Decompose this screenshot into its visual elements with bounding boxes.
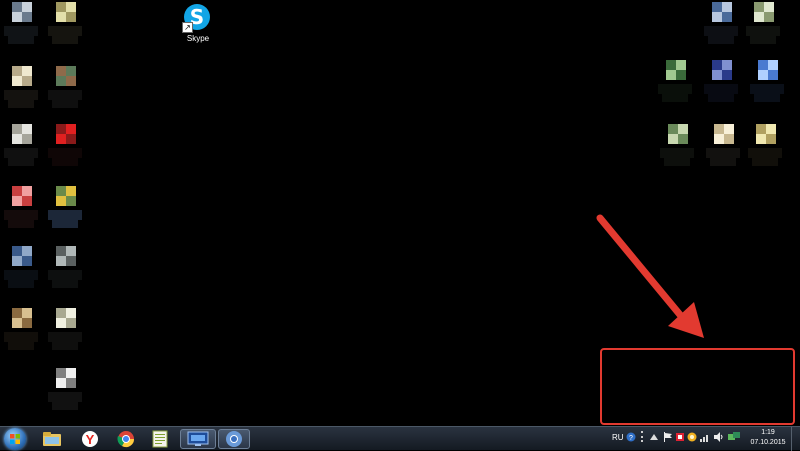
clock-date: 07.10.2015	[750, 439, 786, 446]
show-hidden-icons-icon[interactable]	[650, 433, 658, 443]
yandex-browser-icon[interactable]: Y	[76, 429, 104, 449]
annotation-arrow-icon	[596, 214, 704, 338]
updater-icon[interactable]	[687, 432, 697, 444]
language-indicator[interactable]: RU	[612, 433, 624, 442]
desktop-shortcut-icon[interactable]	[48, 186, 82, 230]
notepad-icon[interactable]	[146, 429, 174, 449]
explorer-icon[interactable]	[38, 429, 66, 449]
network-icon[interactable]	[700, 432, 710, 444]
pen-icon[interactable]	[639, 431, 645, 445]
security-icon[interactable]	[675, 432, 685, 444]
chrome-icon[interactable]	[112, 429, 140, 449]
volume-icon[interactable]	[714, 432, 724, 444]
desktop-shortcut-icon[interactable]	[48, 368, 82, 412]
desktop-shortcut-icon[interactable]	[48, 308, 82, 352]
action-center-flag-icon[interactable]	[663, 432, 673, 444]
desktop-shortcut-icon[interactable]	[704, 60, 738, 104]
help-icon[interactable]: ?	[626, 432, 636, 444]
desktop-shortcut-icon[interactable]	[48, 124, 82, 168]
system-clock[interactable]: 1:19 07.10.2015	[748, 428, 788, 448]
remote-desktop-icon[interactable]	[180, 429, 216, 449]
desktop-shortcut-icon[interactable]	[4, 2, 38, 46]
skype-shortcut[interactable]: S ↗ Skype	[178, 4, 218, 48]
svg-text:?: ?	[629, 435, 633, 442]
desktop-shortcut-icon[interactable]	[706, 124, 740, 168]
desktop-shortcut-icon[interactable]	[48, 66, 82, 110]
desktop-shortcut-icon[interactable]	[660, 124, 694, 168]
skype-shortcut-label: Skype	[186, 34, 210, 43]
desktop-shortcut-icon[interactable]	[704, 2, 738, 46]
desktop-shortcut-icon[interactable]	[658, 60, 692, 104]
taskbar: Y RU ? 1:19 07.10.2015	[0, 426, 800, 451]
desktop-shortcut-icon[interactable]	[746, 2, 780, 46]
clock-time: 1:19	[761, 429, 775, 436]
desktop-shortcut-icon[interactable]	[4, 66, 38, 110]
chromium-icon[interactable]	[218, 429, 250, 449]
desktop-shortcut-icon[interactable]	[48, 246, 82, 290]
windows-start-icon[interactable]	[4, 428, 26, 450]
svg-text:Y: Y	[86, 432, 95, 447]
annotation-highlight-box	[600, 348, 795, 425]
messenger-icon[interactable]	[728, 432, 740, 444]
desktop-shortcut-icon[interactable]	[748, 124, 782, 168]
desktop-shortcut-icon[interactable]	[750, 60, 784, 104]
desktop: S ↗ Skype	[0, 0, 800, 426]
desktop-shortcut-icon[interactable]	[4, 246, 38, 290]
desktop-shortcut-icon[interactable]	[4, 124, 38, 168]
desktop-shortcut-icon[interactable]	[48, 2, 82, 46]
desktop-shortcut-icon[interactable]	[4, 308, 38, 352]
desktop-shortcut-icon[interactable]	[4, 186, 38, 230]
show-desktop-button[interactable]	[791, 427, 800, 451]
shortcut-arrow-icon: ↗	[182, 22, 193, 33]
